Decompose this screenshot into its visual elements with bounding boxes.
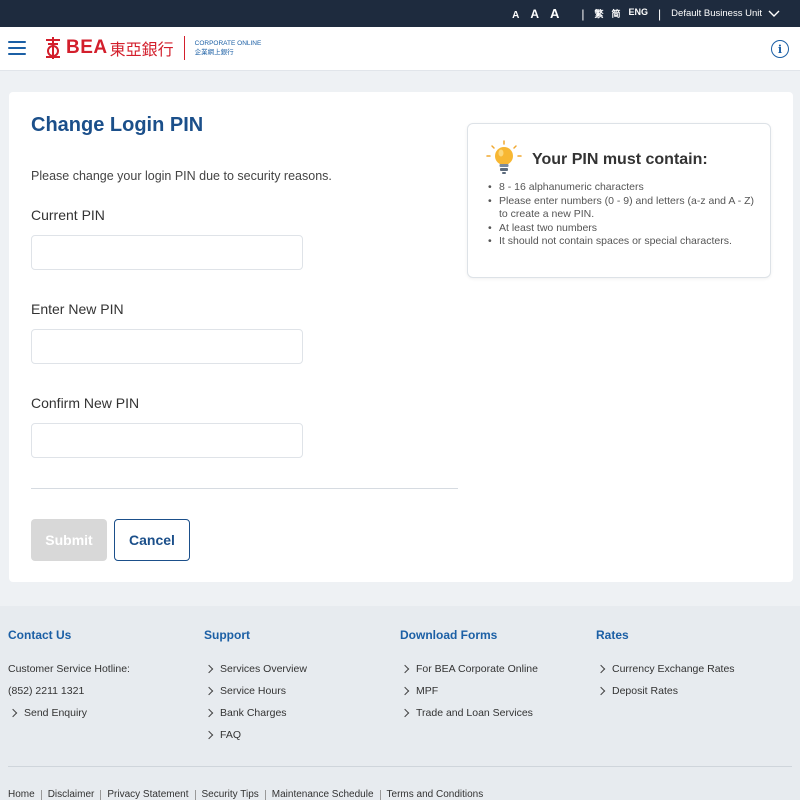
footer-rates-heading: Rates bbox=[596, 628, 629, 642]
footer-link[interactable]: Services Overview bbox=[204, 663, 307, 685]
page-title: Change Login PIN bbox=[31, 114, 204, 136]
footer-link-home[interactable]: Home bbox=[8, 790, 41, 800]
footer-link-label: Trade and Loan Services bbox=[416, 707, 533, 719]
page-footer: Contact Us Customer Service Hotline: (85… bbox=[0, 606, 800, 800]
footer-link-disclaimer[interactable]: Disclaimer bbox=[40, 790, 101, 800]
send-enquiry-label: Send Enquiry bbox=[24, 707, 88, 719]
footer-link[interactable]: Service Hours bbox=[204, 685, 307, 707]
hamburger-menu-icon[interactable] bbox=[8, 41, 26, 55]
bea-logo-mark-icon bbox=[46, 37, 60, 59]
footer-link[interactable]: Trade and Loan Services bbox=[400, 707, 538, 729]
separator: | bbox=[658, 6, 662, 21]
list-item: It should not contain spaces or special … bbox=[488, 235, 758, 249]
corporate-online-en: CORPORATE ONLINE bbox=[194, 40, 262, 47]
business-unit-label: Default Business Unit bbox=[671, 8, 762, 19]
logo-chinese-text: 東亞銀行 bbox=[109, 42, 174, 59]
font-size-controls: A A A bbox=[512, 6, 559, 21]
language-switch: 繁 简 ENG bbox=[595, 7, 649, 20]
submit-button[interactable]: Submit bbox=[31, 519, 107, 561]
lang-simplified-chinese[interactable]: 简 bbox=[612, 7, 621, 20]
footer-link-label: Currency Exchange Rates bbox=[612, 663, 735, 675]
footer-support-column: Support Services Overview Service Hours … bbox=[204, 628, 307, 751]
footer-link-label: Service Hours bbox=[220, 685, 286, 697]
footer-bottom-links: Home Disclaimer Privacy Statement Securi… bbox=[8, 790, 489, 800]
intro-text: Please change your login PIN due to secu… bbox=[31, 169, 332, 183]
send-enquiry-link[interactable]: Send Enquiry bbox=[8, 707, 130, 729]
form-divider bbox=[31, 488, 458, 489]
corporate-online-cn: 企業網上銀行 bbox=[194, 49, 234, 56]
footer-divider bbox=[8, 766, 792, 767]
footer-link-maintenance[interactable]: Maintenance Schedule bbox=[264, 790, 380, 800]
corporate-online-label: CORPORATE ONLINE 企業網上銀行 bbox=[195, 39, 262, 57]
footer-link-security-tips[interactable]: Security Tips bbox=[194, 790, 265, 800]
current-pin-label: Current PIN bbox=[31, 207, 105, 223]
footer-link-privacy[interactable]: Privacy Statement bbox=[100, 790, 194, 800]
footer-link-label: For BEA Corporate Online bbox=[416, 663, 538, 675]
confirm-pin-input[interactable] bbox=[31, 423, 303, 458]
list-item: Please enter numbers (0 - 9) and letters… bbox=[488, 195, 758, 222]
footer-contact-column: Contact Us Customer Service Hotline: (85… bbox=[8, 628, 130, 729]
top-bar: A A A | 繁 简 ENG | Default Business Unit bbox=[0, 0, 800, 27]
lightbulb-icon bbox=[486, 140, 522, 174]
chevron-right-icon bbox=[204, 686, 214, 696]
cancel-button[interactable]: Cancel bbox=[114, 519, 190, 561]
lang-traditional-chinese[interactable]: 繁 bbox=[595, 7, 604, 20]
chevron-right-icon bbox=[596, 664, 606, 674]
font-size-medium-button[interactable]: A bbox=[530, 7, 539, 21]
hotline-number: (852) 2211 1321 bbox=[8, 685, 85, 697]
bea-logo[interactable]: BEA 東亞銀行 CORPORATE ONLINE 企業網上銀行 bbox=[44, 36, 261, 60]
separator: | bbox=[581, 6, 585, 21]
chevron-right-icon bbox=[8, 708, 18, 718]
chevron-down-icon bbox=[768, 10, 780, 17]
footer-link-label: Deposit Rates bbox=[612, 685, 678, 697]
footer-link-label: Services Overview bbox=[220, 663, 307, 675]
chevron-right-icon bbox=[204, 708, 214, 718]
new-pin-label: Enter New PIN bbox=[31, 301, 124, 317]
chevron-right-icon bbox=[204, 730, 214, 740]
lang-english[interactable]: ENG bbox=[629, 7, 649, 20]
footer-link[interactable]: For BEA Corporate Online bbox=[400, 663, 538, 685]
footer-link-label: MPF bbox=[416, 685, 439, 697]
font-size-small-button[interactable]: A bbox=[512, 10, 519, 21]
app-header: BEA 東亞銀行 CORPORATE ONLINE 企業網上銀行 i bbox=[0, 27, 800, 71]
footer-support-heading: Support bbox=[204, 628, 250, 642]
list-item: 8 - 16 alphanumeric characters bbox=[488, 181, 758, 195]
footer-link[interactable]: Deposit Rates bbox=[596, 685, 735, 707]
footer-link-label: FAQ bbox=[220, 729, 242, 741]
footer-link[interactable]: FAQ bbox=[204, 729, 307, 751]
chevron-right-icon bbox=[596, 686, 606, 696]
current-pin-input[interactable] bbox=[31, 235, 303, 270]
chevron-right-icon bbox=[400, 664, 410, 674]
footer-link-terms[interactable]: Terms and Conditions bbox=[379, 790, 490, 800]
pin-requirements-title: Your PIN must contain: bbox=[532, 151, 708, 168]
chevron-right-icon bbox=[204, 664, 214, 674]
business-unit-dropdown[interactable]: Default Business Unit bbox=[671, 8, 780, 19]
chevron-right-icon bbox=[400, 686, 410, 696]
confirm-pin-label: Confirm New PIN bbox=[31, 395, 140, 411]
footer-link-label: Bank Charges bbox=[220, 707, 287, 719]
change-pin-card: Change Login PIN Please change your logi… bbox=[9, 92, 793, 582]
footer-forms-heading: Download Forms bbox=[400, 628, 498, 642]
logo-text: BEA bbox=[66, 37, 108, 58]
logo-divider bbox=[183, 36, 185, 60]
pin-requirements-list: 8 - 16 alphanumeric characters Please en… bbox=[488, 181, 758, 249]
footer-link[interactable]: MPF bbox=[400, 685, 538, 707]
new-pin-input[interactable] bbox=[31, 329, 303, 364]
list-item: At least two numbers bbox=[488, 222, 758, 236]
footer-forms-column: Download Forms For BEA Corporate Online … bbox=[400, 628, 538, 729]
pin-requirements-box: Your PIN must contain: 8 - 16 alphanumer… bbox=[467, 123, 771, 278]
hotline-label: Customer Service Hotline: bbox=[8, 663, 130, 675]
footer-contact-heading: Contact Us bbox=[8, 628, 72, 642]
chevron-right-icon bbox=[400, 708, 410, 718]
info-icon[interactable]: i bbox=[771, 40, 789, 58]
footer-rates-column: Rates Currency Exchange Rates Deposit Ra… bbox=[596, 628, 735, 707]
footer-link[interactable]: Bank Charges bbox=[204, 707, 307, 729]
footer-link[interactable]: Currency Exchange Rates bbox=[596, 663, 735, 685]
font-size-large-button[interactable]: A bbox=[550, 6, 559, 21]
